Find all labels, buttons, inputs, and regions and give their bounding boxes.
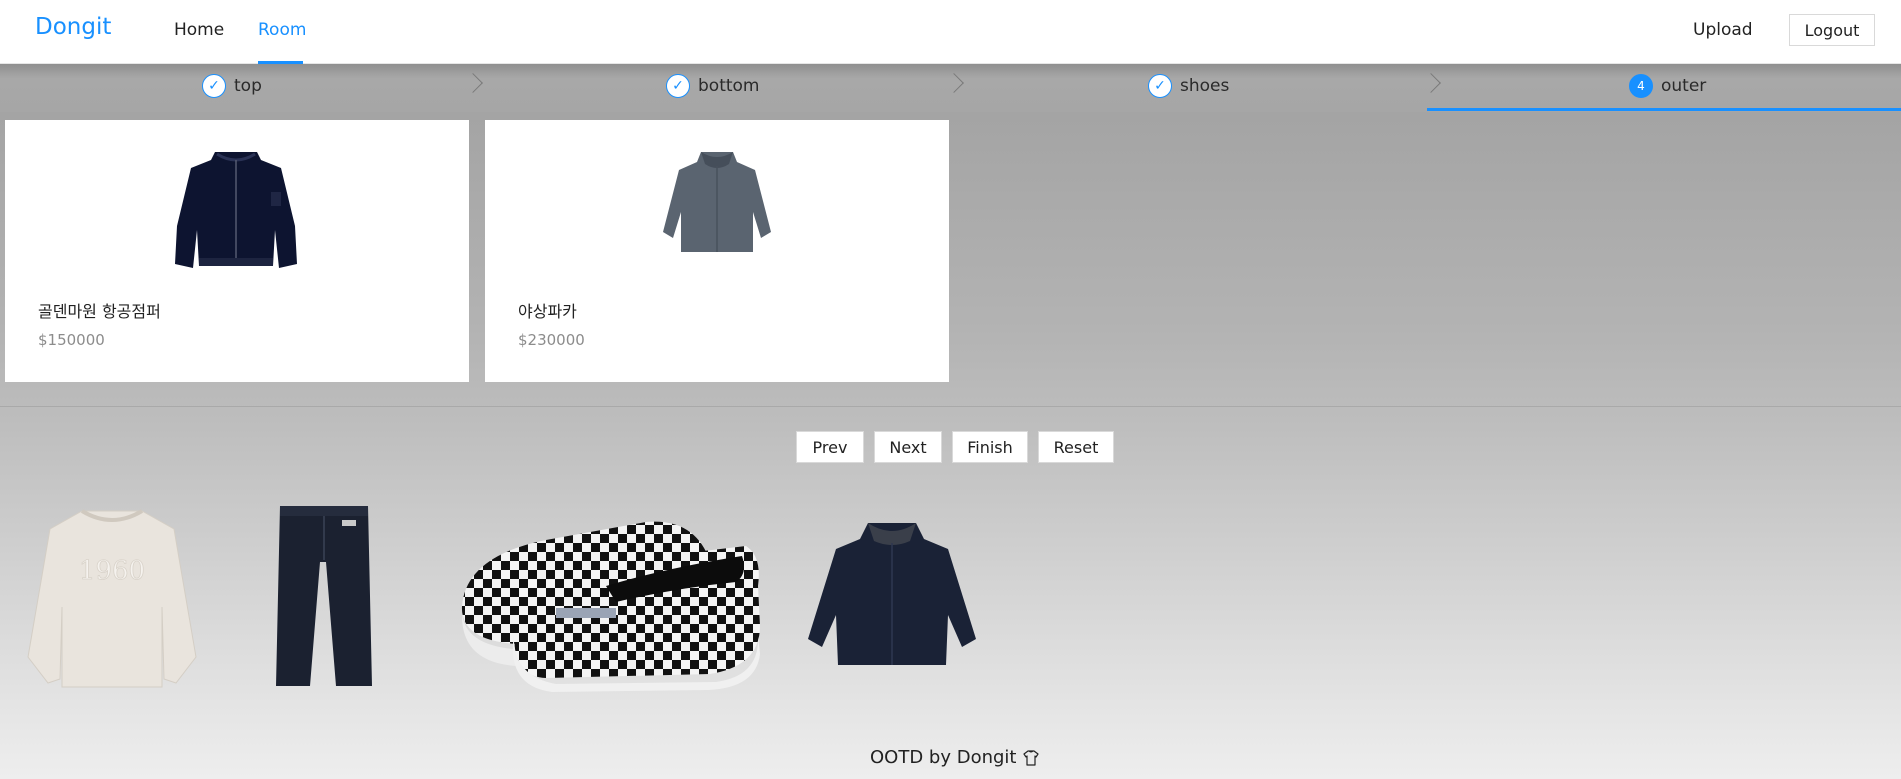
footer-text: OOTD by Dongit [870,747,1017,768]
check-icon: ✓ [666,74,690,98]
checkered-slip-on-shoes-icon [461,521,760,692]
step-number-badge: 4 [1629,74,1653,98]
step-bottom[interactable]: ✓ bottom [666,74,759,98]
upload-link[interactable]: Upload [1693,20,1753,40]
product-card[interactable]: 골덴마원 항공점퍼 $150000 [5,120,469,382]
sweatshirt-print: 1960 [79,556,145,586]
logout-button[interactable]: Logout [1789,14,1875,46]
check-icon: ✓ [1148,74,1172,98]
chevron-right-icon [944,73,964,93]
step-active-indicator [1427,108,1901,111]
finish-button[interactable]: Finish [952,431,1028,463]
grey-parka-icon [663,152,771,252]
reset-button[interactable]: Reset [1038,431,1114,463]
prev-button[interactable]: Prev [796,431,864,463]
denim-jeans-icon [276,506,372,686]
navy-parka-icon [808,523,976,665]
product-price: $230000 [518,331,585,349]
step-top[interactable]: ✓ top [202,74,262,98]
nav-room[interactable]: Room [258,20,306,40]
chevron-right-icon [463,73,483,93]
product-name: 골덴마원 항공점퍼 [38,302,161,321]
shirt-icon [1023,749,1040,766]
next-button[interactable]: Next [874,431,942,463]
step-label: bottom [698,76,760,96]
footer: OOTD by Dongit [870,747,1040,768]
product-price: $150000 [38,331,105,349]
section-divider [0,406,1901,407]
chevron-right-icon [1421,73,1441,93]
step-label: outer [1661,76,1707,96]
product-card[interactable]: 야상파카 $230000 [485,120,949,382]
top-nav-bar: Dongit Home Room Upload Logout [0,0,1901,64]
nav-home[interactable]: Home [174,20,224,40]
steps-bar: ✓ top ✓ bottom ✓ shoes 4 outer [0,64,1901,112]
step-shoes[interactable]: ✓ shoes [1148,74,1229,98]
step-label: shoes [1180,76,1230,96]
step-outer[interactable]: 4 outer [1629,74,1706,98]
sweatshirt-icon: 1960 [27,509,197,688]
logo[interactable]: Dongit [35,14,111,40]
check-icon: ✓ [202,74,226,98]
product-name: 야상파카 [518,302,577,321]
navy-bomber-jacket-icon [175,152,297,268]
step-label: top [234,76,262,96]
